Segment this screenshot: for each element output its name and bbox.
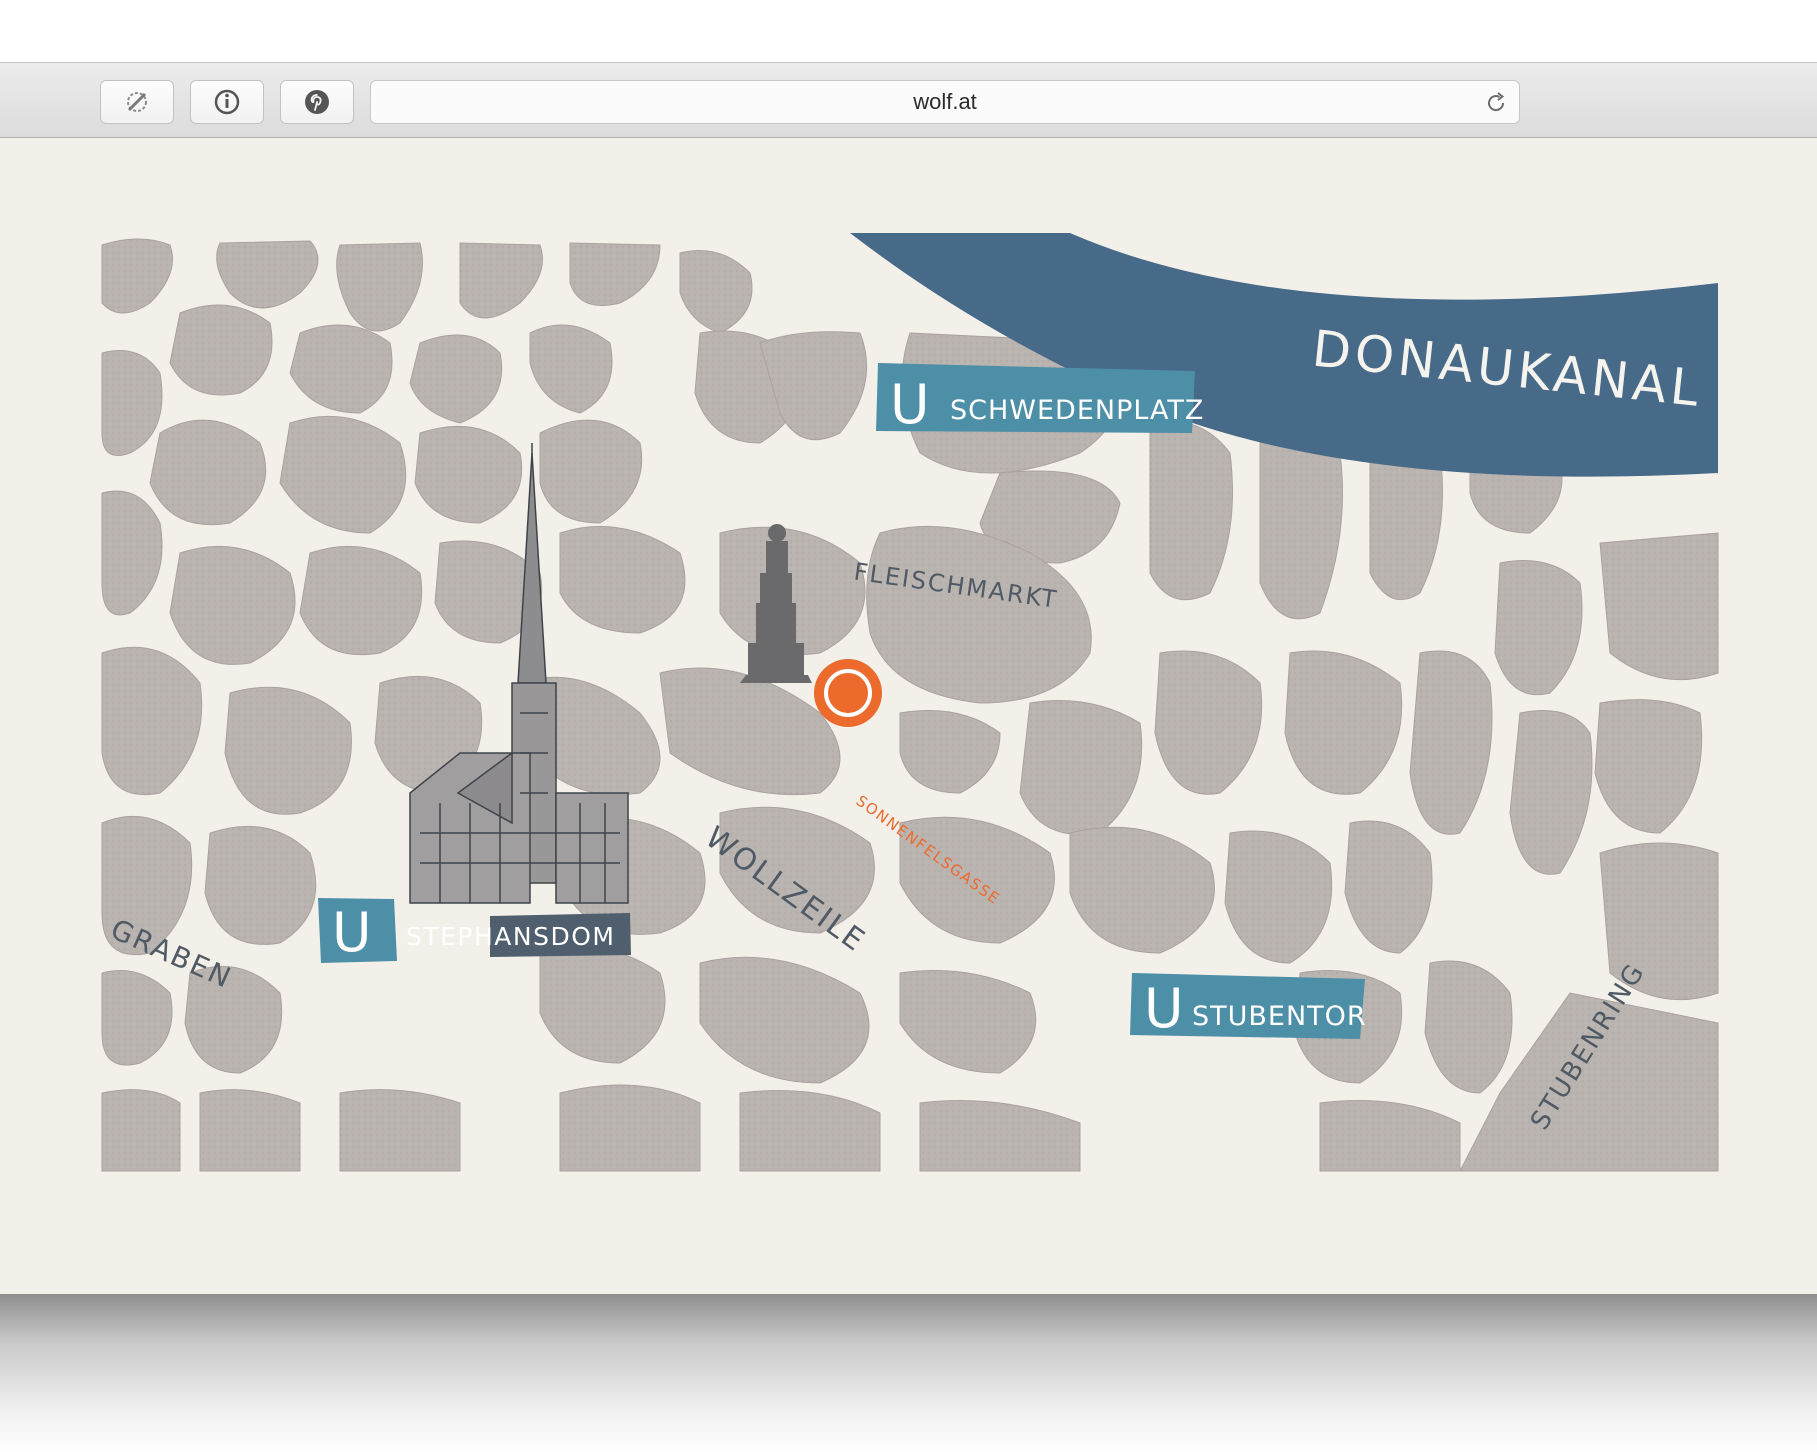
- extension-button[interactable]: [100, 80, 174, 124]
- station-label: SCHWEDENPLATZ: [950, 395, 1204, 426]
- address-bar[interactable]: wolf.at: [370, 80, 1520, 124]
- window-top-strip: [0, 0, 1817, 62]
- pinterest-button[interactable]: [280, 80, 354, 124]
- url-text: wolf.at: [913, 89, 977, 114]
- browser-toolbar: wolf.at: [0, 62, 1817, 138]
- info-icon: [214, 89, 240, 115]
- info-button[interactable]: [190, 80, 264, 124]
- station-label: STEPHANSDOM: [406, 922, 615, 951]
- pinterest-icon: [305, 90, 329, 114]
- location-pin-icon[interactable]: [814, 659, 882, 727]
- station-schwedenplatz[interactable]: U SCHWEDENPLATZ: [876, 363, 1204, 436]
- station-label: STUBENTOR: [1192, 1001, 1367, 1032]
- location-map: DONAUKANAL FLEISCHMARKT WOLLZEILE GRABEN…: [100, 233, 1720, 1173]
- station-badge: U: [890, 373, 930, 436]
- page-content: DONAUKANAL FLEISCHMARKT WOLLZEILE GRABEN…: [0, 138, 1817, 1294]
- station-stubentor[interactable]: U STUBENTOR: [1130, 973, 1367, 1040]
- station-badge: U: [1144, 977, 1184, 1040]
- extension-icon: [127, 92, 147, 112]
- window-shadow: [0, 1294, 1817, 1454]
- reload-icon[interactable]: [1483, 90, 1509, 116]
- station-badge: U: [332, 901, 372, 964]
